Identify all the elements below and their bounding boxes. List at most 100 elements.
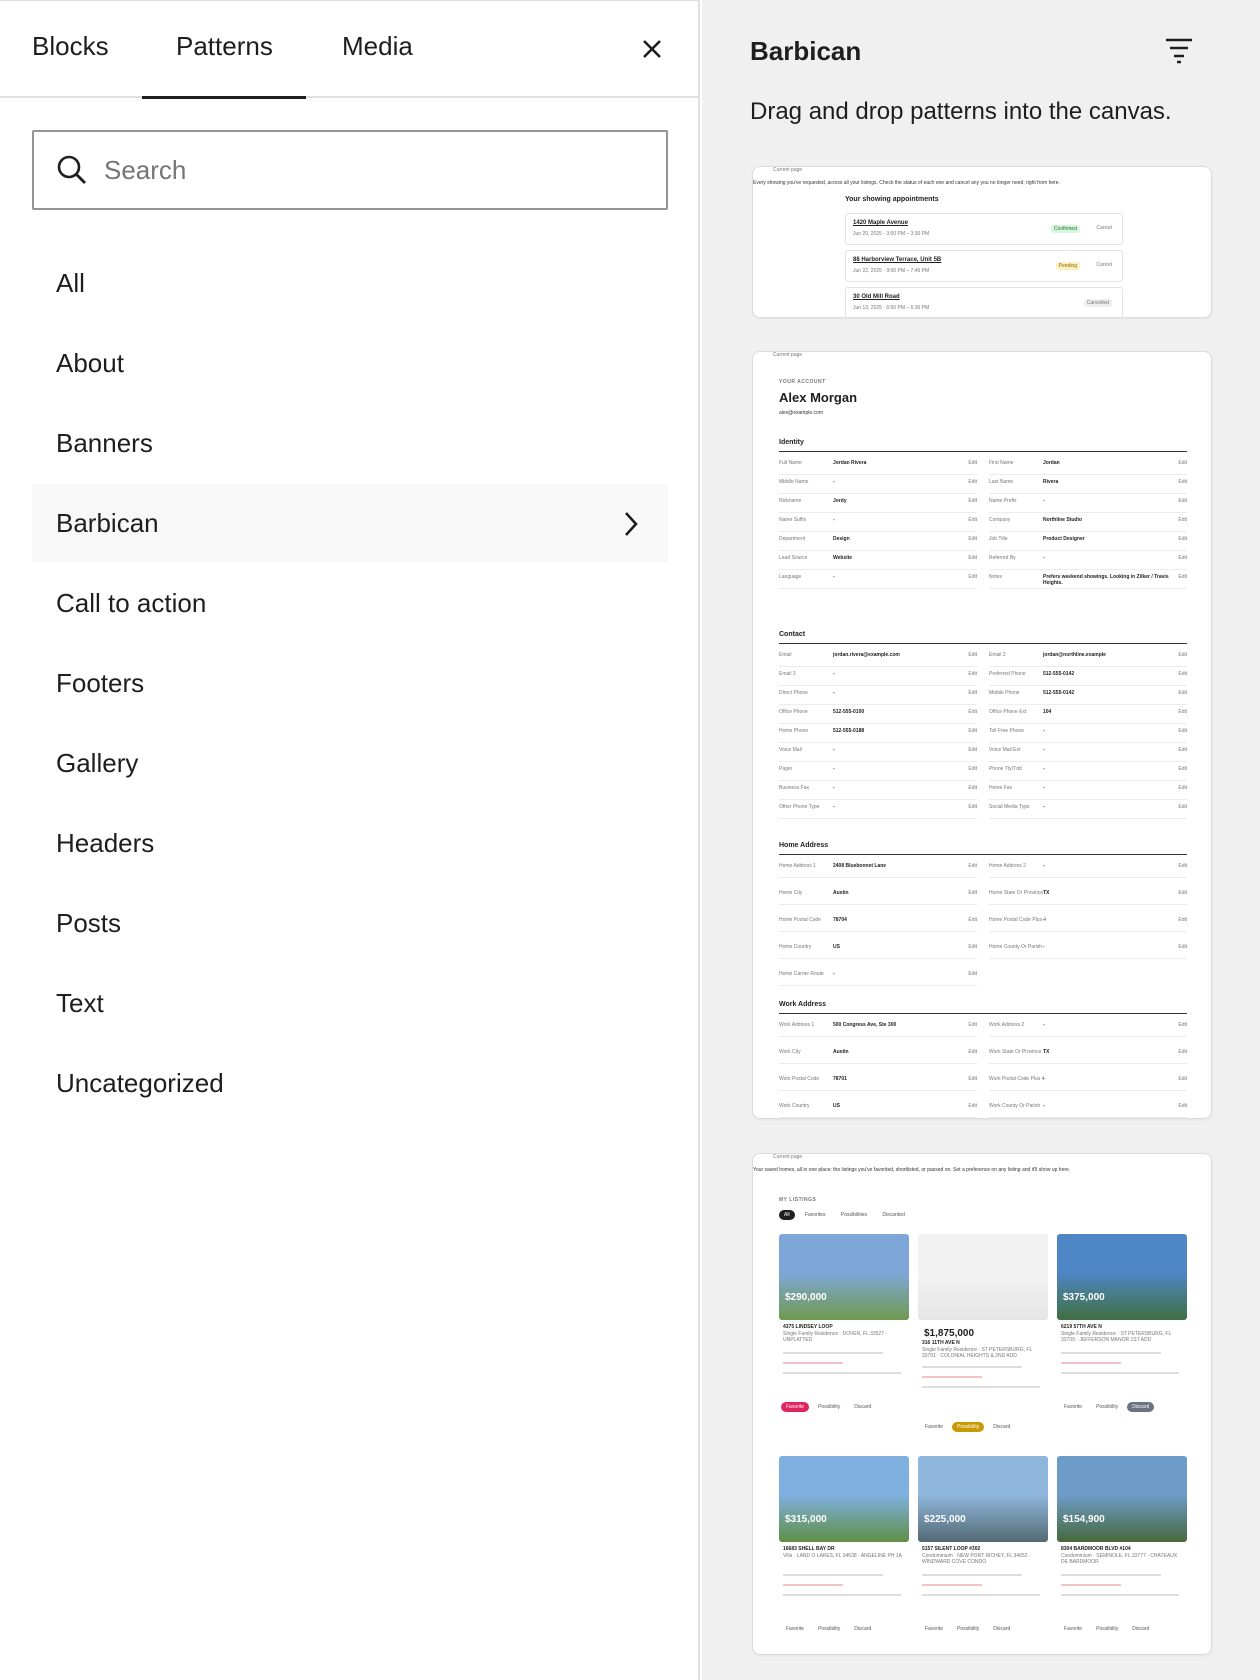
tab-media[interactable]: Media: [342, 31, 413, 62]
field-value: jordan@northline.example: [1043, 652, 1106, 658]
account-email: alex@example.com: [779, 410, 823, 416]
category-label: Call to action: [56, 588, 207, 618]
category-item-about[interactable]: About: [32, 324, 668, 402]
appointment-date: Jun 20, 2025 · 3:00 PM – 3:30 PM: [853, 231, 930, 237]
section-title: Work Address: [779, 1001, 827, 1008]
field-row: Work County Or Parish - Edit: [989, 1100, 1187, 1118]
listing-detail-line: [922, 1594, 1040, 1596]
pattern-intro: Every showing you've requested, across a…: [753, 180, 1060, 186]
discard-button: Discard: [1132, 1626, 1150, 1632]
category-label: About: [56, 348, 124, 378]
field-value: -: [1043, 917, 1045, 923]
field-value: 104: [1043, 709, 1052, 715]
field-value: 2408 Bluebonnet Lane: [833, 863, 887, 869]
edit-link: Edit: [968, 460, 977, 466]
field-value: -: [833, 690, 835, 696]
listing-detail-line: [1061, 1584, 1121, 1586]
category-label: Gallery: [56, 748, 139, 778]
field-row: Voice Mail Ext - Edit: [989, 744, 1187, 762]
field-row: Home City Austin Edit: [779, 887, 977, 905]
field-label: Home County Or Parish: [989, 944, 1043, 950]
listing-card: $1,875,000 316 11TH AVE N Single Family Re…: [918, 1234, 1048, 1432]
listing-subtitle: Single Family Residence · DOVER, FL 3352…: [783, 1331, 888, 1343]
listing-price: $1,875,000: [924, 1328, 975, 1339]
listing-subtitle: Single Family Residence · ST PETERSBURG,…: [922, 1347, 1033, 1359]
edit-link: Edit: [968, 517, 977, 523]
category-item-footers[interactable]: Footers: [32, 644, 668, 722]
field-row: Email jordan.rivera@example.com Edit: [779, 649, 977, 667]
field-label: Department: [779, 536, 806, 542]
listing-photo: [779, 1234, 909, 1320]
category-item-barbican[interactable]: Barbican: [32, 484, 668, 562]
field-value: 78701: [833, 1076, 847, 1082]
field-label: Work City: [779, 1049, 801, 1055]
category-item-text[interactable]: Text: [32, 964, 668, 1042]
discard-button: Discard: [854, 1626, 872, 1632]
search-field[interactable]: [32, 130, 668, 210]
field-label: Toll Free Phone: [989, 728, 1025, 734]
field-row: Name Prefix - Edit: [989, 495, 1187, 513]
edit-link: Edit: [1178, 1022, 1187, 1028]
field-row: Notes Prefers weekend showings. Looking i…: [989, 571, 1187, 589]
account-name: Alex Morgan: [779, 390, 858, 405]
pattern-card-showings[interactable]: Current page Every showing you've reques…: [752, 166, 1212, 318]
field-value: Austin: [833, 1049, 849, 1055]
section-divider: [779, 451, 1187, 452]
category-label: Uncategorized: [56, 1068, 224, 1098]
field-label: Office Phone: [779, 709, 808, 715]
category-item-posts[interactable]: Posts: [32, 884, 668, 962]
pattern-card-listings[interactable]: Current page Your saved homes, all in on…: [752, 1153, 1212, 1655]
listing-detail-line: [1061, 1574, 1161, 1576]
listing-photo: [1057, 1234, 1187, 1320]
field-label: Office Phone Ext: [989, 709, 1027, 715]
category-item-uncategorized[interactable]: Uncategorized: [32, 1044, 668, 1122]
field-value: Jordan Rivera: [833, 460, 867, 466]
category-item-call-to-action[interactable]: Call to action: [32, 564, 668, 642]
field-value: Design: [833, 536, 850, 542]
status-badge: Pending: [1055, 262, 1080, 270]
field-label: Pager: [779, 766, 793, 772]
field-value: 500 Congress Ave, Ste 300: [833, 1022, 897, 1028]
favorite-button: Favorite: [781, 1402, 810, 1412]
edit-link: Edit: [1178, 671, 1187, 677]
listing-detail-line: [922, 1584, 982, 1586]
edit-link: Edit: [1178, 517, 1187, 523]
listing-actions: Favorite Possibility Discard: [920, 1422, 1019, 1432]
field-row: Middle Name - Edit: [779, 476, 977, 494]
listing-price: $375,000: [1063, 1292, 1105, 1303]
field-row: Home State Or Province TX Edit: [989, 887, 1187, 905]
search-input[interactable]: [104, 150, 644, 190]
category-item-headers[interactable]: Headers: [32, 804, 668, 882]
edit-link: Edit: [968, 804, 977, 810]
field-value: US: [833, 944, 840, 950]
field-label: Home Postal Code: [779, 917, 821, 923]
field-label: Work Postal Code Plus 4: [989, 1076, 1045, 1082]
tab-patterns[interactable]: Patterns: [176, 31, 273, 62]
edit-link: Edit: [1178, 498, 1187, 504]
tab-blocks[interactable]: Blocks: [32, 31, 109, 62]
field-label: Work Country: [779, 1103, 810, 1109]
category-label: Footers: [56, 668, 145, 698]
field-row: Work Postal Code 78701 Edit: [779, 1073, 977, 1091]
field-value: -: [833, 785, 835, 791]
listing-detail-line: [1061, 1352, 1161, 1354]
filter-tab-possibilities: Possibilities: [840, 1212, 868, 1218]
filter-icon[interactable]: [1164, 36, 1194, 64]
edit-link: Edit: [1178, 555, 1187, 561]
category-item-all[interactable]: All: [32, 244, 668, 322]
field-label: Work State Or Province: [989, 1049, 1042, 1055]
field-value: -: [833, 671, 835, 677]
pattern-card-account[interactable]: Current page YOUR ACCOUNT Alex Morgan al…: [752, 351, 1212, 1119]
inserter-tabs: Blocks Patterns Media: [0, 0, 700, 99]
field-value: 512-555-0100: [833, 709, 865, 715]
edit-link: Edit: [968, 890, 977, 896]
close-icon[interactable]: [636, 33, 668, 65]
edit-link: Edit: [1178, 460, 1187, 466]
field-label: Work Address 2: [989, 1022, 1025, 1028]
field-value: -: [833, 971, 835, 977]
edit-link: Edit: [968, 1103, 977, 1109]
edit-link: Edit: [1178, 804, 1187, 810]
field-value: jordan.rivera@example.com: [833, 652, 900, 658]
category-item-gallery[interactable]: Gallery: [32, 724, 668, 802]
category-item-banners[interactable]: Banners: [32, 404, 668, 482]
